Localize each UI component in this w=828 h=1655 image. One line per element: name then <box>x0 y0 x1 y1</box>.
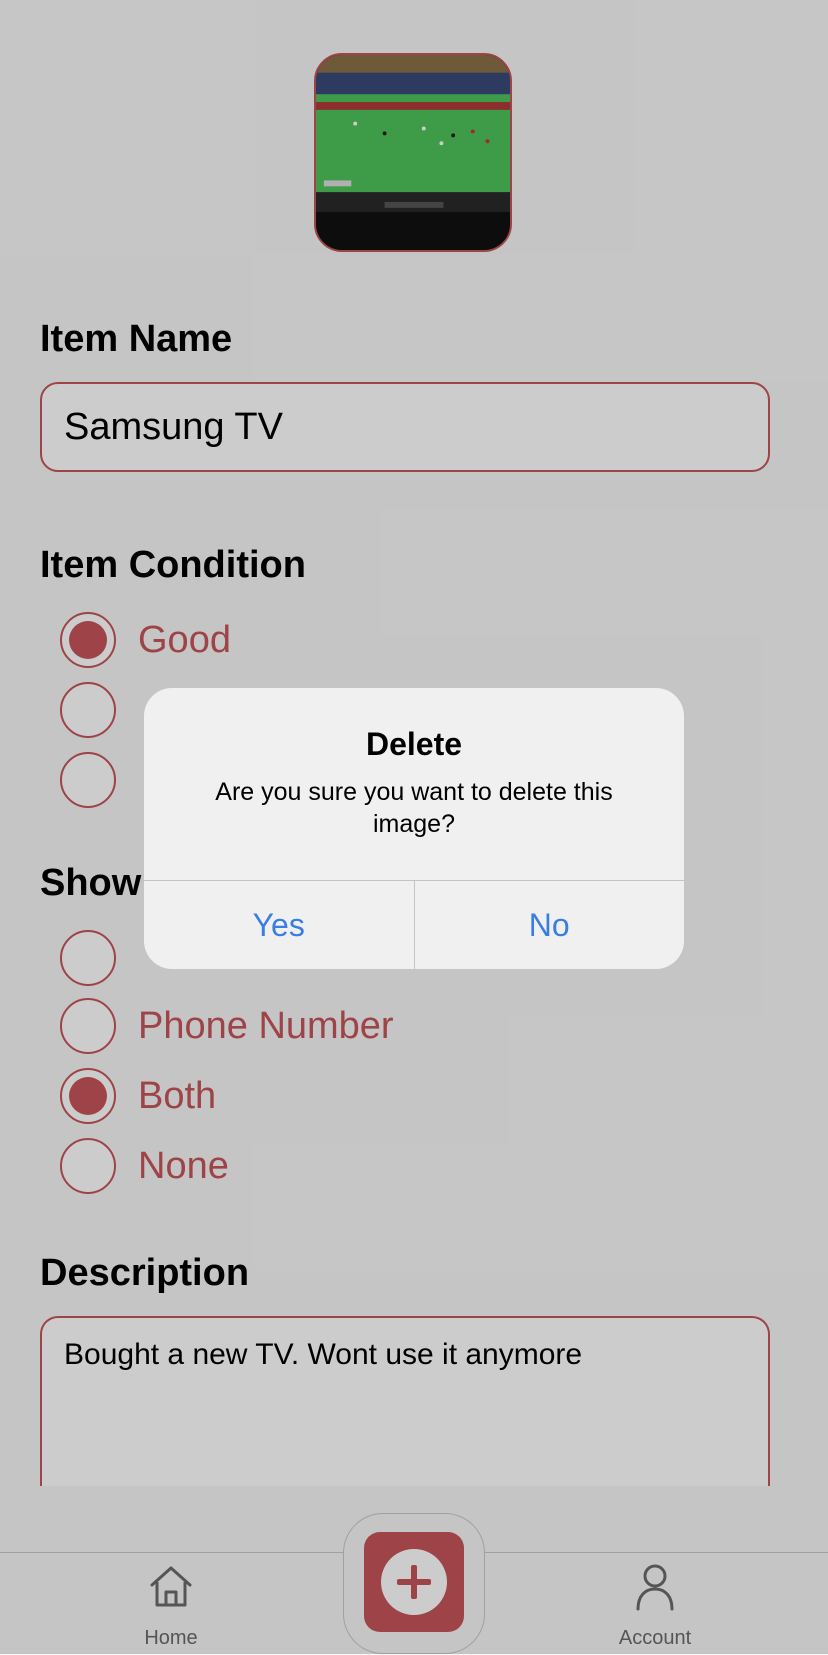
delete-alert-dialog: Delete Are you sure you want to delete t… <box>144 688 684 969</box>
yes-button[interactable]: Yes <box>144 881 414 969</box>
alert-button-bar: Yes No <box>144 880 684 969</box>
no-button[interactable]: No <box>413 881 685 969</box>
alert-message: Are you sure you want to delete this ima… <box>215 778 613 838</box>
alert-title: Delete <box>365 726 463 762</box>
